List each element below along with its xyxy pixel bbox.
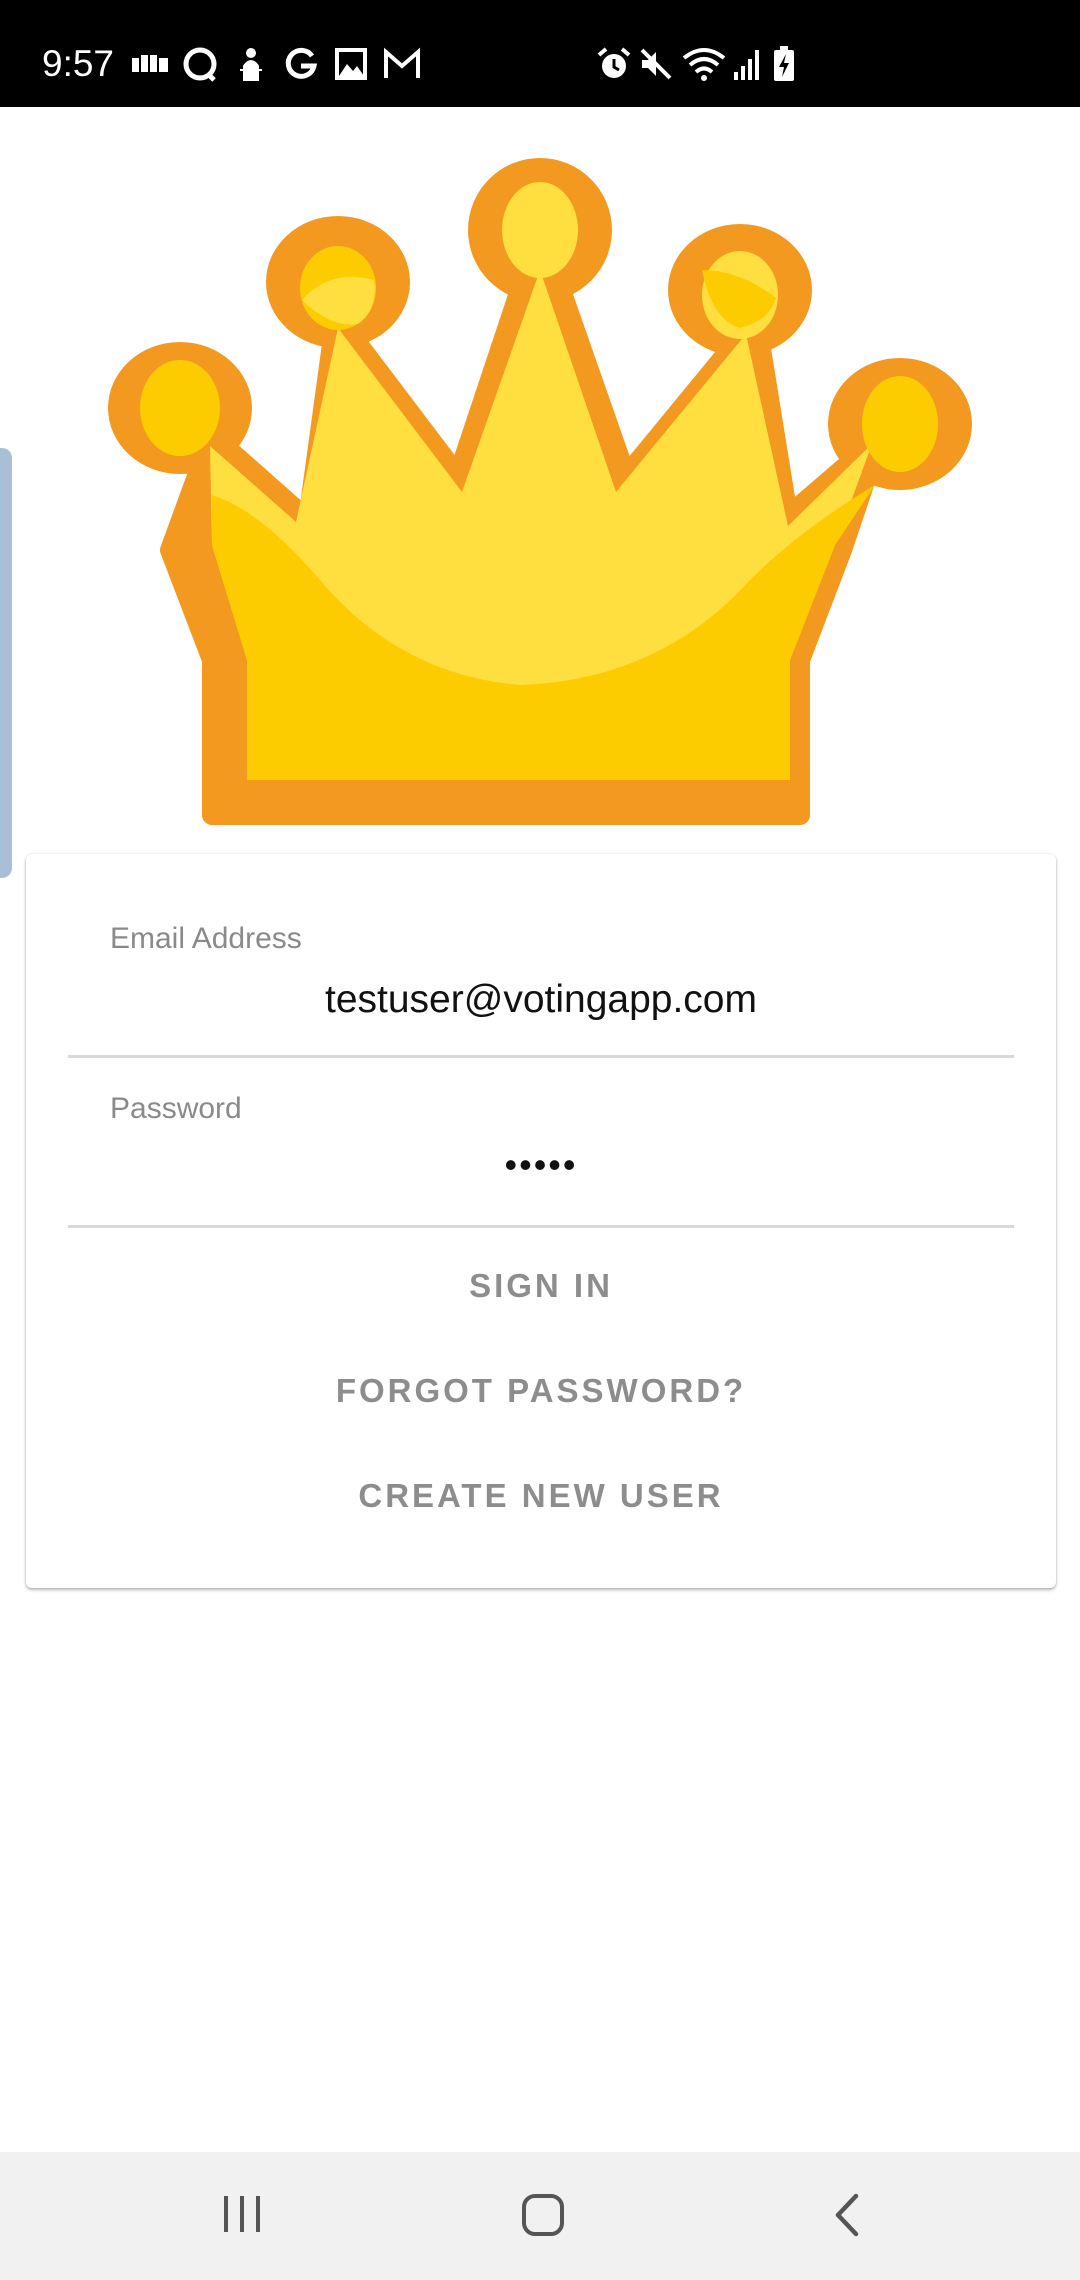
status-bar: 9:57 — [0, 0, 1080, 107]
wifi-icon — [682, 48, 726, 81]
password-label: Password — [110, 1092, 242, 1125]
status-time: 9:57 — [42, 43, 115, 84]
home-icon[interactable] — [520, 2192, 566, 2238]
edge-panel-handle[interactable] — [0, 448, 12, 878]
login-card: Email Address testuser@votingapp.com Pas… — [26, 854, 1056, 1588]
crown-icon — [108, 158, 972, 825]
gallery-icon — [335, 48, 367, 80]
chat-bubble-icon — [183, 47, 217, 82]
back-icon[interactable] — [828, 2192, 868, 2238]
email-label: Email Address — [110, 922, 302, 955]
create-new-user-button[interactable]: CREATE NEW USER — [68, 1458, 1014, 1534]
app-icon — [132, 55, 168, 72]
battery-charging-icon — [774, 46, 794, 81]
navigation-bar — [0, 2152, 1080, 2280]
password-field[interactable]: ••••• — [68, 1144, 1014, 1186]
gmail-icon — [384, 47, 420, 78]
email-underline — [68, 1055, 1014, 1058]
mute-icon — [640, 48, 672, 80]
alarm-icon — [597, 47, 631, 78]
email-field[interactable]: testuser@votingapp.com — [68, 978, 1014, 1022]
recent-apps-icon[interactable] — [220, 2192, 264, 2236]
figure-icon — [240, 48, 262, 81]
forgot-password-button[interactable]: FORGOT PASSWORD? — [68, 1353, 1014, 1429]
sign-in-button[interactable]: SIGN IN — [68, 1248, 1014, 1324]
signal-icon — [734, 50, 759, 80]
password-underline — [68, 1225, 1014, 1228]
google-icon — [285, 47, 318, 79]
